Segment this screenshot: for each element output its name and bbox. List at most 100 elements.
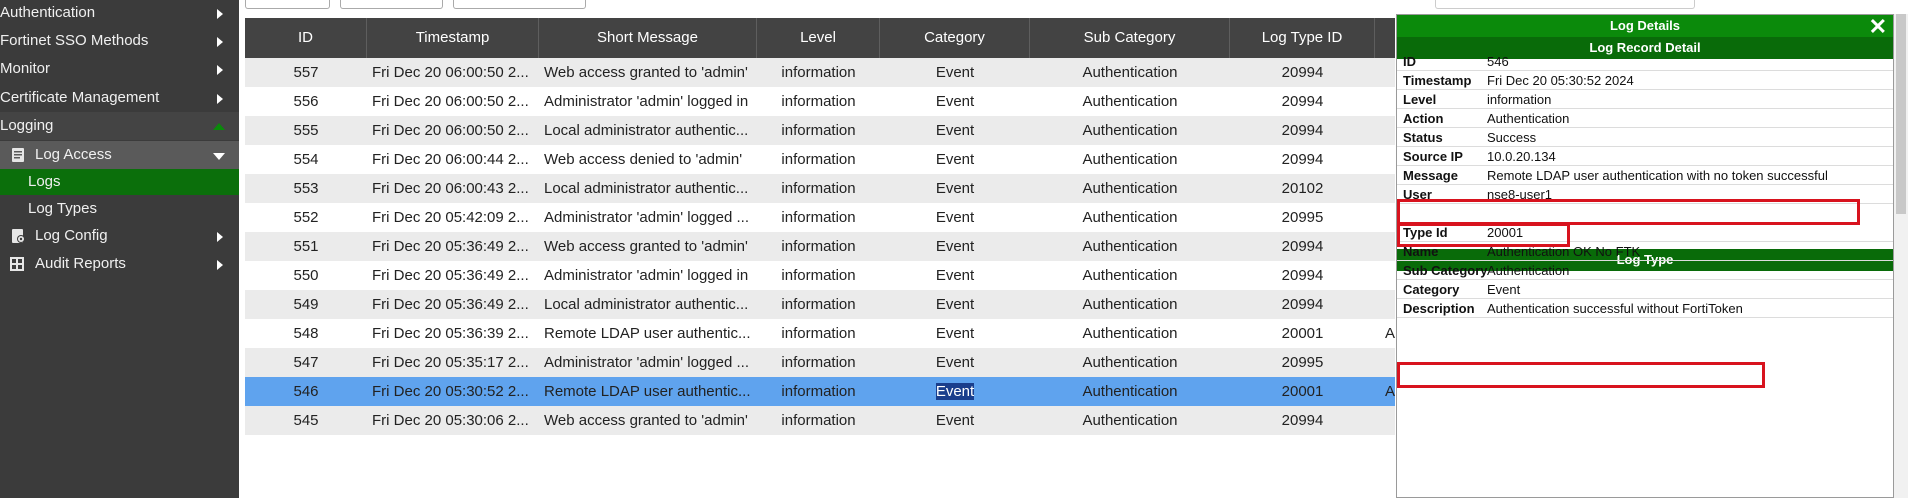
detail-key: Category — [1403, 282, 1460, 297]
cell-timestamp: Fri Dec 20 06:00:50 2... — [372, 122, 529, 139]
document-icon — [12, 148, 24, 162]
sidebar-item-label: Authentication — [0, 4, 96, 21]
detail-row-timestamp: Timestamp Fri Dec 20 05:30:52 2024 — [1397, 71, 1893, 90]
table-row[interactable]: 553 Fri Dec 20 06:00:43 2... Local adminis… — [245, 174, 1395, 203]
table-row[interactable]: 545 Fri Dec 20 05:30:06 2... Web access gr… — [245, 406, 1395, 435]
cell-category: Event — [935, 354, 975, 371]
cell-timestamp: Fri Dec 20 06:00:44 2... — [372, 151, 529, 168]
highlight-box-message — [1397, 199, 1860, 225]
sidebar-item-log-types[interactable]: Log Types — [0, 195, 239, 223]
cell-level: information — [781, 354, 856, 371]
cell-log-type-id: 20001 — [1281, 383, 1324, 400]
cell-short-message: Local administrator authentic... — [544, 180, 749, 197]
sidebar-item-audit-reports[interactable]: Audit Reports — [0, 250, 239, 278]
cell-log-type-id: 20994 — [1281, 122, 1324, 139]
cell-overflow — [1385, 58, 1395, 87]
detail-row-sub-category: Sub Category Authentication — [1397, 261, 1893, 280]
sidebar-item-logging[interactable]: Logging — [0, 112, 239, 140]
table-row[interactable]: 549 Fri Dec 20 05:36:49 2... Local adminis… — [245, 290, 1395, 319]
scrollbar[interactable] — [1894, 14, 1908, 498]
detail-value: Remote LDAP user authentication with no … — [1487, 168, 1828, 183]
cell-sub-category: Authentication — [1082, 325, 1178, 342]
cell-sub-category: Authentication — [1082, 267, 1178, 284]
cell-category: Event — [935, 325, 975, 342]
cell-short-message: Web access denied to 'admin' — [544, 151, 743, 168]
sidebar-item-log-access[interactable]: Log Access — [0, 141, 239, 169]
table-row[interactable]: 557 Fri Dec 20 06:00:50 2... Web access gr… — [245, 58, 1395, 87]
sidebar-item-label: Log Config — [35, 227, 108, 244]
cell-id: 550 — [293, 267, 319, 284]
cell-overflow — [1385, 232, 1395, 261]
detail-value: Success — [1487, 130, 1537, 145]
cell-overflow — [1385, 116, 1395, 145]
detail-key: ID — [1403, 54, 1416, 69]
cell-id: 555 — [293, 122, 319, 139]
cell-sub-category: Authentication — [1082, 122, 1178, 139]
cell-timestamp: Fri Dec 20 05:30:52 2... — [372, 383, 529, 400]
detail-row-action: Action Authentication — [1397, 109, 1893, 128]
column-header-log-type-id[interactable]: Log Type ID — [1230, 18, 1375, 58]
cell-overflow — [1385, 145, 1395, 174]
table-row[interactable]: 547 Fri Dec 20 05:35:17 2... Administrator… — [245, 348, 1395, 377]
toolbar-button[interactable] — [453, 0, 586, 9]
table-row[interactable]: 555 Fri Dec 20 06:00:50 2... Local adminis… — [245, 116, 1395, 145]
table-row[interactable]: 548 Fri Dec 20 05:36:39 2... Remote LDAP u… — [245, 319, 1395, 348]
cell-timestamp: Fri Dec 20 05:35:17 2... — [372, 354, 529, 371]
panel-title: Log Details — [1609, 18, 1681, 33]
sidebar-item-logs[interactable]: Logs — [0, 169, 239, 195]
cell-category: Event — [935, 64, 975, 81]
detail-row-message: Message Remote LDAP user authentication w… — [1397, 166, 1893, 185]
sidebar-item-certificate-management[interactable]: Certificate Management — [0, 84, 239, 112]
cell-log-type-id: 20102 — [1281, 180, 1324, 197]
cell-overflow — [1385, 203, 1395, 232]
toolbar-button[interactable] — [340, 0, 443, 9]
sidebar-item-fortinet-sso-methods[interactable]: Fortinet SSO Methods — [0, 27, 239, 55]
cell-timestamp: Fri Dec 20 05:36:49 2... — [372, 267, 529, 284]
cell-short-message: Administrator 'admin' logged ... — [544, 209, 749, 226]
toolbar-button[interactable] — [245, 0, 330, 9]
log-table: ID Timestamp Short Message Level Categor… — [245, 18, 1395, 498]
cell-sub-category: Authentication — [1082, 151, 1178, 168]
sidebar-item-log-config[interactable]: Log Config — [0, 222, 239, 250]
table-row[interactable]: 554 Fri Dec 20 06:00:44 2... Web access de… — [245, 145, 1395, 174]
column-header-category[interactable]: Category — [880, 18, 1030, 58]
table-row[interactable]: 552 Fri Dec 20 05:42:09 2... Administrator… — [245, 203, 1395, 232]
cell-log-type-id: 20995 — [1281, 354, 1324, 371]
highlight-box-description — [1397, 362, 1765, 388]
detail-key: Message — [1403, 168, 1458, 183]
cell-id: 557 — [293, 64, 319, 81]
cell-log-type-id: 20994 — [1281, 238, 1324, 255]
column-header-timestamp[interactable]: Timestamp — [367, 18, 539, 58]
cell-id: 549 — [293, 296, 319, 313]
sidebar-item-label: Log Types — [28, 200, 97, 217]
cell-id: 553 — [293, 180, 319, 197]
sidebar-item-monitor[interactable]: Monitor — [0, 55, 239, 83]
column-header-sub-category[interactable]: Sub Category — [1030, 18, 1230, 58]
column-header-id[interactable]: ID — [245, 18, 367, 58]
detail-value: Fri Dec 20 05:30:52 2024 — [1487, 73, 1634, 88]
cell-id: 547 — [293, 354, 319, 371]
cell-sub-category: Authentication — [1082, 209, 1178, 226]
search-input[interactable] — [1435, 0, 1695, 9]
close-icon[interactable]: ✕ — [1869, 16, 1887, 38]
table-row[interactable]: 550 Fri Dec 20 05:36:49 2... Administrator… — [245, 261, 1395, 290]
cell-short-message: Remote LDAP user authentic... — [544, 325, 751, 342]
cell-overflow: A — [1385, 383, 1395, 400]
table-header: ID Timestamp Short Message Level Categor… — [245, 18, 1395, 58]
sidebar-item-label: Monitor — [0, 60, 51, 77]
column-header-level[interactable]: Level — [757, 18, 880, 58]
column-header-short-message[interactable]: Short Message — [539, 18, 757, 58]
detail-row-id: ID 546 — [1397, 52, 1893, 71]
table-row[interactable]: 556 Fri Dec 20 06:00:50 2... Administrator… — [245, 87, 1395, 116]
table-row[interactable]: 546 Fri Dec 20 05:30:52 2... Remote LDAP u… — [245, 377, 1395, 406]
cell-log-type-id: 20994 — [1281, 296, 1324, 313]
table-row[interactable]: 551 Fri Dec 20 05:36:49 2... Web access gr… — [245, 232, 1395, 261]
sidebar-item-label: Fortinet SSO Methods — [0, 32, 149, 49]
cell-overflow — [1385, 261, 1395, 290]
cell-level: information — [781, 267, 856, 284]
scrollbar-thumb[interactable] — [1896, 14, 1906, 214]
cell-overflow — [1385, 174, 1395, 203]
sidebar-item-authentication[interactable]: Authentication — [0, 0, 239, 27]
cell-timestamp: Fri Dec 20 05:42:09 2... — [372, 209, 529, 226]
selected-text: Event — [935, 383, 975, 400]
